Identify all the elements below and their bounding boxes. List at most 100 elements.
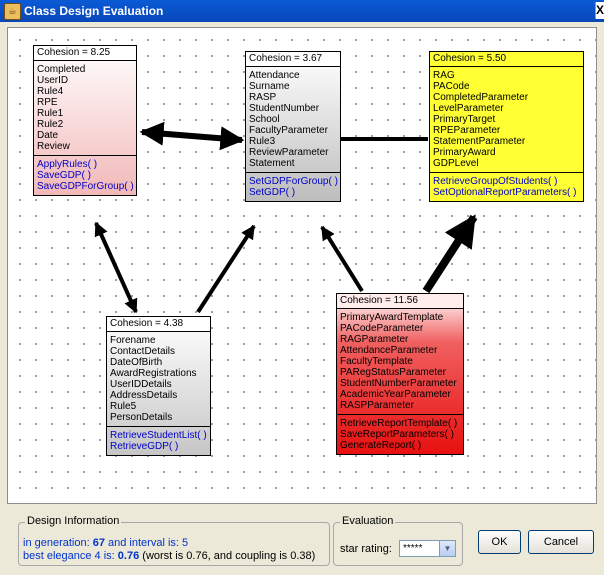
generation-line: in generation: 67 and interval is: 5	[23, 537, 188, 549]
cancel-button[interactable]: Cancel	[528, 530, 594, 554]
attribute: School	[249, 114, 280, 125]
attributes-section: Completed UserID Rule4 RPE Rule1 Rule2 D…	[34, 61, 136, 155]
attribute: AwardRegistrations	[110, 368, 197, 379]
attribute: ReviewParameter	[249, 147, 329, 158]
close-icon[interactable]: X	[595, 2, 604, 19]
arrow-class4-class1	[94, 221, 138, 314]
method: SaveGDPForGroup( )	[37, 181, 134, 192]
star-rating-select[interactable]: ***** ▼	[399, 540, 456, 557]
attribute: StudentNumber	[249, 103, 320, 114]
elegance-value: 0.76	[117, 550, 140, 562]
arrow-class4-class2	[196, 224, 256, 314]
cohesion-label: Cohesion = 11.56	[337, 294, 463, 309]
design-information-group: Design Information in generation: 67 and…	[18, 515, 330, 566]
class-box[interactable]: Cohesion = 3.67 Attendance Surname RASP …	[245, 51, 341, 202]
attributes-section: Attendance Surname RASP StudentNumber Sc…	[246, 67, 340, 172]
method: RetrieveGDP( )	[110, 441, 179, 452]
elegance-line: best elegance 4 is: 0.76 (worst is 0.76,…	[23, 550, 315, 562]
design-canvas: Cohesion = 8.25 Completed UserID Rule4 R…	[7, 27, 597, 504]
cohesion-label: Cohesion = 4.38	[107, 317, 210, 332]
attribute: UserID	[37, 75, 69, 86]
attribute: UserIDDetails	[110, 379, 172, 390]
cohesion-label: Cohesion = 8.25	[34, 46, 136, 61]
attribute: StatementParameter	[433, 136, 526, 147]
attribute: Statement	[249, 158, 295, 169]
attribute: Rule3	[249, 136, 276, 147]
method: SaveReportParameters( )	[340, 429, 454, 440]
attribute: GDPLevel	[433, 158, 479, 169]
method: SaveGDP( )	[37, 170, 91, 181]
methods-section: SetGDPForGroup( ) SetGDP( )	[246, 172, 340, 201]
attribute: StudentNumberParameter	[340, 378, 457, 389]
attribute: RAGParameter	[340, 334, 409, 345]
cohesion-label: Cohesion = 3.67	[246, 52, 340, 67]
attribute: PACodeParameter	[340, 323, 424, 334]
method: GenerateReport( )	[340, 440, 422, 451]
attributes-section: PrimaryAwardTemplate PACodeParameter RAG…	[337, 309, 463, 414]
attribute: LevelParameter	[433, 103, 504, 114]
method: RetrieveStudentList( )	[110, 430, 207, 441]
attribute: Forename	[110, 335, 156, 346]
method: SetGDP( )	[249, 187, 296, 198]
arrow-class5-class3	[422, 214, 478, 294]
methods-section: RetrieveReportTemplate( ) SaveReportPara…	[337, 414, 463, 454]
design-information-legend: Design Information	[25, 515, 122, 527]
java-cup-icon: ☕	[4, 3, 21, 20]
method: SetGDPForGroup( )	[249, 176, 338, 187]
ok-button[interactable]: OK	[478, 530, 521, 554]
attribute: RASP	[249, 92, 277, 103]
attribute: RPE	[37, 97, 58, 108]
method: RetrieveGroupOfStudents( )	[433, 176, 558, 187]
attribute: ContactDetails	[110, 346, 176, 357]
generation-suffix: and interval is: 5	[104, 537, 189, 549]
arrow-class5-class2	[320, 225, 364, 293]
methods-section: ApplyRules( ) SaveGDP( ) SaveGDPForGroup…	[34, 155, 136, 195]
method: SetOptionalReportParameters( )	[433, 187, 577, 198]
methods-section: RetrieveGroupOfStudents( ) SetOptionalRe…	[430, 172, 583, 201]
attribute: Rule5	[110, 401, 137, 412]
chevron-down-icon[interactable]: ▼	[439, 541, 455, 556]
attribute: Attendance	[249, 70, 300, 81]
cohesion-label: Cohesion = 5.50	[430, 52, 583, 67]
attribute: AttendanceParameter	[340, 345, 438, 356]
attribute: PrimaryAwardTemplate	[340, 312, 444, 323]
attribute: FacultyTemplate	[340, 356, 413, 367]
attribute: Review	[37, 141, 70, 152]
star-rating-value: *****	[403, 543, 423, 554]
window-titlebar[interactable]: ☕ Class Design Evaluation X	[0, 0, 604, 22]
attributes-section: Forename ContactDetails DateOfBirth Awar…	[107, 332, 210, 426]
attribute: Date	[37, 130, 59, 141]
attribute: Surname	[249, 81, 290, 92]
attribute: PrimaryAward	[433, 147, 496, 158]
window-title: Class Design Evaluation	[24, 4, 164, 18]
class-box[interactable]: Cohesion = 5.50 RAG PACode CompletedPara…	[429, 51, 584, 202]
attribute: RPEParameter	[433, 125, 501, 136]
class-box[interactable]: Cohesion = 4.38 Forename ContactDetails …	[106, 316, 211, 456]
star-rating-label: star rating:	[340, 543, 392, 555]
methods-section: RetrieveStudentList( ) RetrieveGDP( )	[107, 426, 210, 455]
method: ApplyRules( )	[37, 159, 98, 170]
class-box[interactable]: Cohesion = 11.56 PrimaryAwardTemplate PA…	[336, 293, 464, 455]
attribute: PARegStatusParameter	[340, 367, 446, 378]
attribute: FacultyParameter	[249, 125, 328, 136]
attribute: CompletedParameter	[433, 92, 529, 103]
attributes-section: RAG PACode CompletedParameter LevelParam…	[430, 67, 583, 172]
attribute: RASPParameter	[340, 400, 414, 411]
attribute: PersonDetails	[110, 412, 173, 423]
elegance-suffix: (worst is 0.76, and coupling is 0.38)	[139, 550, 316, 562]
attribute: PrimaryTarget	[433, 114, 496, 125]
attribute: Rule1	[37, 108, 64, 119]
attribute: Completed	[37, 64, 86, 75]
attribute: DateOfBirth	[110, 357, 163, 368]
attribute: Rule2	[37, 119, 64, 130]
attribute: RAG	[433, 70, 455, 81]
method: RetrieveReportTemplate( )	[340, 418, 458, 429]
attribute: AcademicYearParameter	[340, 389, 451, 400]
attribute: Rule4	[37, 86, 64, 97]
elegance-prefix: best elegance 4 is:	[23, 550, 118, 562]
generation-prefix: in generation:	[23, 537, 93, 549]
evaluation-legend: Evaluation	[340, 515, 396, 527]
generation-value: 67	[92, 537, 105, 549]
arrow-class1-class2	[139, 121, 245, 151]
class-box[interactable]: Cohesion = 8.25 Completed UserID Rule4 R…	[33, 45, 137, 196]
